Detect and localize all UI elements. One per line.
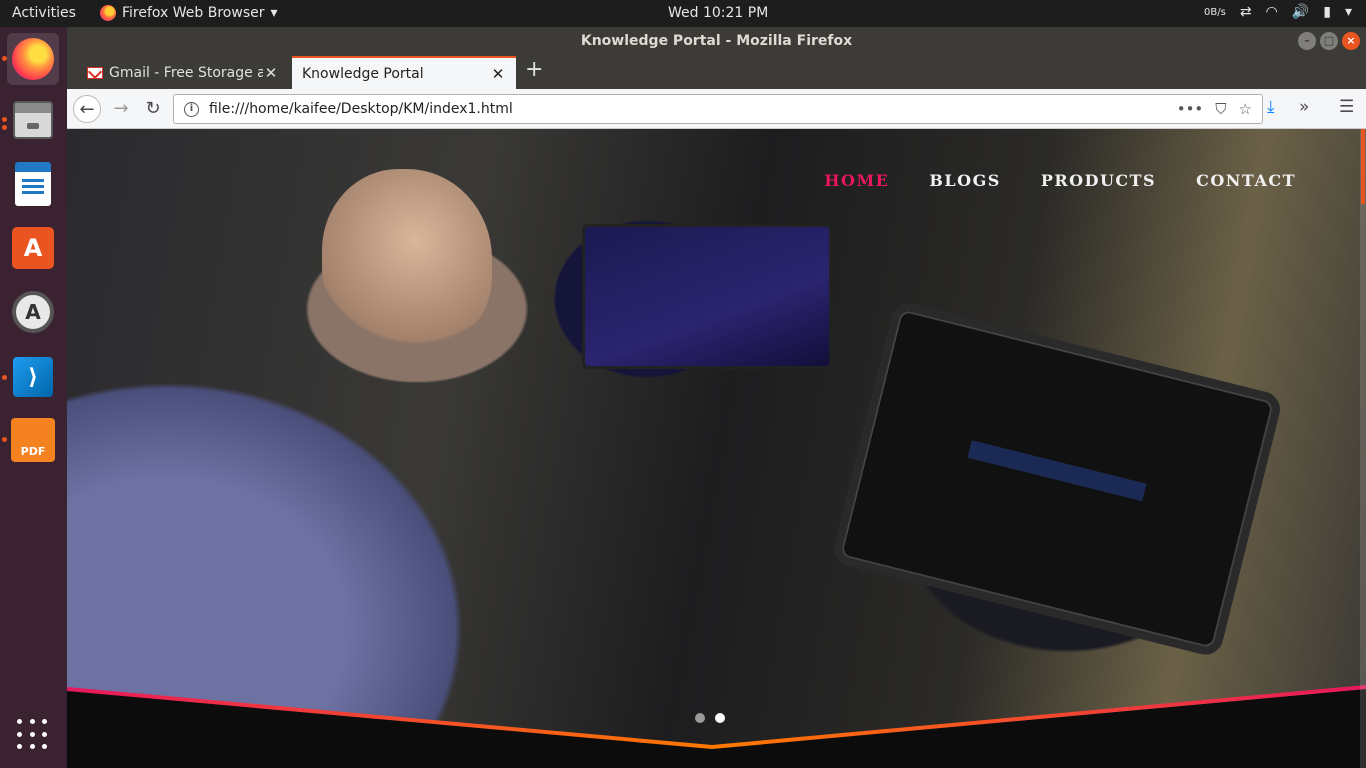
slider-dot-2[interactable] (715, 713, 725, 723)
slider-dots (695, 713, 725, 723)
slider-dot-1[interactable] (695, 713, 705, 723)
reload-button[interactable]: ↻ (139, 95, 167, 123)
tab-gmail[interactable]: Gmail - Free Storage and ✕ (77, 56, 289, 89)
url-bar[interactable]: i file:///home/kaifee/Desktop/KM/index1.… (173, 94, 1263, 124)
app-menu-label: Firefox Web Browser (122, 5, 265, 21)
tab-knowledge-portal[interactable]: Knowledge Portal ✕ (292, 56, 516, 89)
url-text[interactable]: file:///home/kaifee/Desktop/KM/index1.ht… (209, 101, 1177, 117)
pocket-icon[interactable]: ⛉ (1215, 100, 1226, 118)
tab-strip: Gmail - Free Storage and ✕ Knowledge Por… (67, 55, 1366, 89)
net-speed: 0B/s (1204, 6, 1226, 18)
dock-software[interactable]: A (7, 222, 59, 274)
firefox-icon (12, 38, 54, 80)
software-updater-icon: A (12, 291, 54, 333)
dock-files[interactable] (7, 94, 59, 146)
new-tab-button[interactable]: + (525, 57, 543, 82)
navigation-toolbar: ← → ↻ i file:///home/kaifee/Desktop/KM/i… (67, 89, 1366, 129)
minimize-button[interactable]: – (1298, 32, 1316, 50)
volume-icon: 🔊 (1291, 4, 1310, 20)
nav-contact[interactable]: CONTACT (1196, 171, 1296, 190)
close-tab-icon[interactable]: ✕ (490, 65, 506, 83)
gmail-icon (87, 66, 103, 79)
vscode-icon: ⟩ (13, 357, 53, 397)
page-actions-icon[interactable]: ••• (1177, 100, 1204, 118)
wifi-icon: ◠ (1265, 4, 1278, 20)
activities-button[interactable]: Activities (12, 5, 76, 21)
maximize-button[interactable]: □ (1320, 32, 1338, 50)
back-button[interactable]: ← (73, 95, 101, 123)
nav-products[interactable]: PRODUCTS (1041, 171, 1156, 190)
gnome-top-bar: Activities Firefox Web Browser ▾ Wed 10:… (0, 0, 1366, 27)
dock-vscode[interactable]: ⟩ (7, 351, 59, 403)
bookmark-star-icon[interactable]: ☆ (1239, 100, 1252, 118)
show-applications-button[interactable] (7, 709, 59, 761)
power-menu-icon[interactable]: ▾ (1345, 4, 1352, 20)
hamburger-menu-icon[interactable]: ☰ (1339, 97, 1354, 117)
system-tray[interactable]: 0B/s ⇄ ◠ 🔊 ▮ ▾ (1204, 4, 1352, 20)
libreoffice-writer-icon (15, 162, 51, 206)
app-menu[interactable]: Firefox Web Browser ▾ (100, 5, 278, 21)
firefox-window: Knowledge Portal - Mozilla Firefox – □ ×… (67, 27, 1366, 768)
page-content: HOME BLOGS PRODUCTS CONTACT (67, 129, 1366, 768)
battery-icon: ▮ (1323, 4, 1331, 20)
dock-updater[interactable]: A (7, 286, 59, 338)
dock-writer[interactable] (7, 158, 59, 210)
dock-pdf[interactable]: PDF (7, 414, 59, 466)
overflow-menu-icon[interactable]: » (1299, 97, 1309, 117)
hero-hand (322, 169, 492, 349)
chevron-down-icon: ▾ (270, 5, 278, 21)
transfer-icon: ⇄ (1239, 4, 1252, 20)
hero-car-screen (582, 224, 832, 369)
window-titlebar[interactable]: Knowledge Portal - Mozilla Firefox – □ × (67, 27, 1366, 55)
files-icon (13, 101, 53, 139)
window-title: Knowledge Portal - Mozilla Firefox (580, 33, 853, 49)
firefox-small-icon (100, 5, 116, 21)
clock[interactable]: Wed 10:21 PM (668, 5, 768, 21)
scrollbar-thumb[interactable] (1361, 129, 1365, 204)
close-tab-icon[interactable]: ✕ (263, 64, 279, 82)
app-grid-icon (17, 719, 49, 751)
nav-blogs[interactable]: BLOGS (929, 171, 1000, 190)
dock: A A ⟩ PDF (0, 27, 67, 768)
info-icon[interactable]: i (184, 101, 199, 117)
site-nav: HOME BLOGS PRODUCTS CONTACT (824, 171, 1296, 190)
tab-label: Gmail - Free Storage and (109, 64, 263, 81)
pdf-editor-icon: PDF (11, 418, 55, 462)
nav-home[interactable]: HOME (824, 171, 889, 190)
ubuntu-software-icon: A (12, 227, 54, 269)
close-window-button[interactable]: × (1342, 32, 1360, 50)
tab-label: Knowledge Portal (302, 65, 424, 82)
dock-firefox[interactable] (7, 33, 59, 85)
downloads-icon[interactable]: ⤓ (1267, 97, 1275, 117)
forward-button[interactable]: → (107, 95, 135, 123)
page-scrollbar[interactable] (1360, 129, 1366, 768)
